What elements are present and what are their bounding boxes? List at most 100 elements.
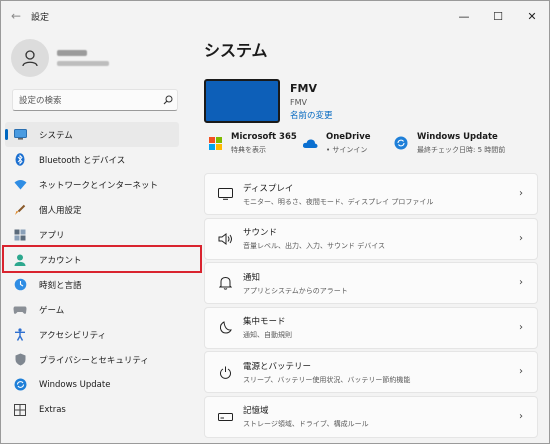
sidebar-item-system[interactable]: システム [5, 122, 179, 147]
chevron-right-icon: › [519, 277, 523, 288]
search-box[interactable]: 設定の検索 [12, 89, 178, 111]
minimize-button[interactable]: — [447, 1, 481, 31]
sidebar-item-time-language[interactable]: 時刻と言語 [5, 272, 179, 297]
update-icon [13, 378, 27, 392]
sidebar-item-label: Windows Update [39, 379, 111, 390]
settings-cards: ディスプレイ モニター、明るさ、夜間モード、ディスプレイ プロファイル › サウ… [204, 173, 538, 440]
card-title: ディスプレイ [243, 183, 294, 194]
sidebar-item-privacy[interactable]: プライバシーとセキュリティ [5, 347, 179, 372]
gamepad-icon [13, 303, 27, 317]
clock-globe-icon [13, 278, 27, 292]
onedrive-icon [302, 135, 318, 151]
brush-icon [13, 203, 27, 217]
card-focus[interactable]: 集中モード 通知、自動規則 › [204, 306, 538, 349]
user-profile[interactable] [11, 39, 109, 77]
sidebar-item-personalization[interactable]: 個人用設定 [5, 197, 179, 222]
card-notifications[interactable]: 通知 アプリとシステムからのアラート › [204, 262, 538, 304]
title-bar: ← 設定 — ☐ ✕ [1, 1, 549, 31]
wifi-icon [13, 178, 27, 192]
sidebar-item-label: 個人用設定 [39, 205, 82, 216]
card-description: 通知、自動規則 [243, 331, 292, 339]
sidebar-item-label: プライバシーとセキュリティ [39, 355, 149, 366]
close-button[interactable]: ✕ [515, 1, 549, 31]
sidebar-item-label: ゲーム [39, 305, 65, 316]
search-icon[interactable] [159, 95, 177, 105]
card-sound[interactable]: サウンド 音量レベル、出力、入力、サウンド デバイス › [204, 217, 538, 260]
search-input[interactable]: 設定の検索 [19, 94, 159, 106]
card-display[interactable]: ディスプレイ モニター、明るさ、夜間モード、ディスプレイ プロファイル › [204, 173, 538, 215]
sidebar-item-network[interactable]: ネットワークとインターネット [5, 172, 179, 197]
accessibility-icon [13, 328, 27, 342]
onedrive-link[interactable]: OneDrive • サインイン [302, 132, 393, 155]
card-title: 記憶域 [243, 406, 269, 416]
bell-icon [217, 275, 233, 291]
rename-link[interactable]: 名前の変更 [290, 109, 333, 121]
card-description: スリープ、バッテリー使用状況、バッテリー節約機能 [243, 375, 411, 384]
sidebar-item-extras[interactable]: Extras [5, 397, 179, 422]
windows-update-link[interactable]: Windows Update 最終チェック日時: 5 時間前 [393, 132, 505, 155]
card-title: 電源とバッテリー [243, 361, 312, 372]
avatar [11, 39, 49, 77]
sidebar-item-label: システム [39, 130, 73, 141]
page-title: システム [204, 41, 268, 60]
sidebar-item-windows-update[interactable]: Windows Update [5, 372, 179, 397]
chevron-right-icon: › [519, 232, 523, 244]
monitor-icon [13, 128, 27, 142]
speaker-icon [217, 231, 233, 247]
card-description: アプリとシステムからのアラート [243, 286, 348, 295]
quick-link-title: OneDrive [326, 132, 371, 142]
bluetooth-icon [13, 153, 27, 167]
person-icon [22, 50, 38, 67]
device-name: FMV [290, 82, 317, 95]
sidebar-item-label: 時刻と言語 [39, 280, 82, 291]
device-monitor-image [204, 79, 280, 123]
card-power-battery[interactable]: 電源とバッテリー スリープ、バッテリー使用状況、バッテリー節約機能 › [204, 351, 538, 393]
quick-link-subtitle: 最終チェック日時: 5 時間前 [417, 146, 506, 154]
chevron-right-icon: › [519, 366, 523, 377]
microsoft365-link[interactable]: Microsoft 365 特典を表示 [207, 132, 302, 155]
display-icon [217, 186, 233, 202]
card-description: モニター、明るさ、夜間モード、ディスプレイ プロファイル [243, 197, 434, 206]
profile-text [57, 50, 109, 66]
maximize-button[interactable]: ☐ [481, 1, 515, 31]
profile-name-blurred [57, 50, 87, 56]
card-title: 集中モード [243, 317, 286, 327]
settings-window: ← 設定 — ☐ ✕ 設定の検索 システム Bluetooth とデバイス ネッ… [0, 0, 550, 444]
sidebar-item-gaming[interactable]: ゲーム [5, 297, 179, 322]
sidebar-item-label: Bluetooth とデバイス [39, 155, 126, 166]
card-description: 音量レベル、出力、入力、サウンド デバイス [243, 242, 386, 250]
accounts-highlight-annotation [2, 245, 202, 273]
sidebar-item-label: アプリ [39, 230, 65, 241]
quick-link-subtitle: 特典を表示 [231, 146, 266, 154]
card-title: 通知 [243, 272, 261, 283]
chevron-right-icon: › [519, 188, 523, 199]
sidebar-item-label: アクセシビリティ [39, 330, 107, 341]
sidebar-item-accessibility[interactable]: アクセシビリティ [5, 322, 179, 347]
device-info-section: FMV FMV 名前の変更 [204, 79, 333, 123]
extras-icon [13, 403, 27, 417]
sidebar-item-apps[interactable]: アプリ [5, 222, 179, 247]
card-description: ストレージ領域、ドライブ、構成ルール [243, 420, 369, 428]
quick-link-title: Microsoft 365 [231, 132, 297, 142]
sidebar-item-label: Extras [39, 404, 66, 415]
storage-icon [217, 409, 233, 425]
chevron-right-icon: › [519, 321, 523, 333]
quick-links: Microsoft 365 特典を表示 OneDrive • サインイン Win… [207, 132, 505, 155]
card-storage[interactable]: 記憶域 ストレージ領域、ドライブ、構成ルール › [204, 395, 538, 438]
microsoft-icon [207, 135, 223, 151]
windows-update-icon [393, 135, 409, 151]
profile-email-blurred [57, 61, 109, 66]
back-button[interactable]: ← [1, 1, 31, 31]
card-title: サウンド [243, 228, 278, 238]
power-icon [217, 364, 233, 380]
sidebar-item-bluetooth[interactable]: Bluetooth とデバイス [5, 147, 179, 172]
apps-icon [13, 228, 27, 242]
quick-link-title: Windows Update [417, 132, 498, 142]
window-title: 設定 [31, 12, 50, 23]
shield-icon [13, 353, 27, 367]
chevron-right-icon: › [519, 410, 523, 422]
device-model: FMV [290, 98, 307, 107]
device-info: FMV FMV 名前の変更 [290, 79, 333, 123]
window-controls: — ☐ ✕ [447, 1, 549, 31]
moon-icon [217, 320, 233, 336]
